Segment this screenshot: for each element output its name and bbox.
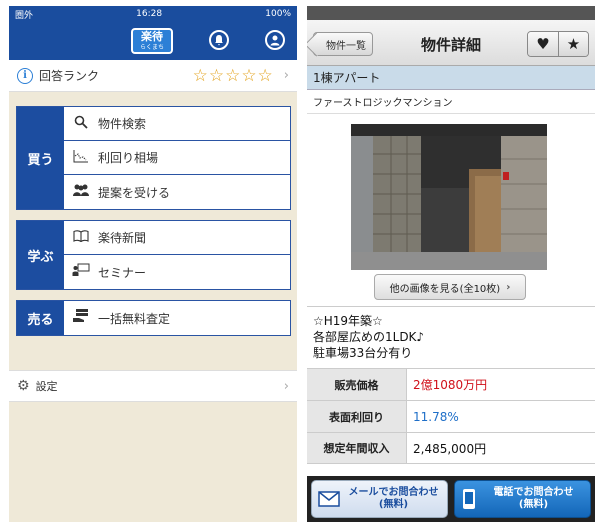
- spec-value-price: 2億1080万円: [413, 378, 488, 392]
- phone-icon: [461, 488, 477, 510]
- nav-bar: 物件一覧 物件詳細 ♥ ★: [307, 20, 595, 66]
- money-hand-icon: [72, 308, 90, 328]
- spec-label: 表面利回り: [307, 401, 407, 432]
- menu-item-property-search[interactable]: 物件検索: [64, 107, 290, 141]
- menu-item-label: 物件検索: [98, 117, 147, 131]
- menu-item-yield-market[interactable]: 利回り相場: [64, 141, 290, 175]
- phone-inquiry-button[interactable]: 電話でお問合わせ (無料): [454, 480, 591, 518]
- logo-subtext: らくまち: [139, 44, 164, 51]
- property-name: ファーストロジックマンション: [307, 90, 595, 114]
- spec-value-income: 2,485,000円: [413, 441, 487, 456]
- mail-inquiry-sublabel: (無料): [378, 499, 409, 510]
- mail-inquiry-label: メールでお問合わせ: [348, 487, 439, 498]
- nav-actions: ♥ ★: [527, 31, 589, 57]
- notification-bell-icon[interactable]: [209, 30, 229, 50]
- line-chart-icon: [72, 149, 90, 167]
- contact-bar: メールでお問合わせ (無料) 電話でお問合わせ (無料): [307, 476, 595, 522]
- mail-inquiry-button[interactable]: メールでお問合わせ (無料): [311, 480, 448, 518]
- description-line: 各部屋広めの1LDK♪: [313, 330, 425, 344]
- phone-inquiry-label: 電話でお問合わせ: [493, 487, 574, 498]
- spec-row-price: 販売価格 2億1080万円: [307, 368, 595, 400]
- people-icon: [72, 183, 90, 201]
- menu-item-label: 楽待新聞: [98, 231, 147, 245]
- menu-item-label: セミナー: [98, 265, 147, 280]
- menu-item-seminar[interactable]: セミナー: [64, 255, 290, 289]
- menu-item-label: 一括無料査定: [98, 311, 171, 326]
- battery-label: 100%: [265, 9, 291, 19]
- status-bar: [307, 6, 595, 20]
- menu-group-buy: 買う 物件検索 利回り相場 提案を受ける: [16, 106, 291, 210]
- spec-row-yield: 表面利回り 11.78%: [307, 400, 595, 432]
- description-line: 駐車場33台分有り: [313, 346, 413, 360]
- chevron-right-icon: ›: [283, 378, 289, 394]
- menu-group-learn: 学ぶ 楽待新聞 セミナー: [16, 220, 291, 290]
- property-detail-screen: 物件一覧 物件詳細 ♥ ★ 1棟アパート ファーストロジックマンション 他の画像…: [307, 6, 595, 522]
- info-icon: i: [17, 67, 33, 84]
- description-line: ☆H19年築☆: [313, 314, 383, 328]
- more-images-label: 他の画像を見る(全10枚): [389, 283, 501, 295]
- status-bar: 圏外 16:28 100%: [9, 6, 297, 22]
- spec-label: 想定年間収入: [307, 433, 407, 463]
- property-description: ☆H19年築☆ 各部屋広めの1LDK♪ 駐車場33台分有り: [307, 306, 595, 367]
- open-book-icon: [72, 229, 90, 246]
- menu-item-rakumachi-news[interactable]: 楽待新聞: [64, 221, 290, 255]
- menu-item-label: 提案を受ける: [98, 185, 171, 200]
- app-header: 楽待 らくまち: [9, 22, 297, 60]
- more-images-button[interactable]: 他の画像を見る(全10枚) ›: [374, 274, 526, 300]
- menu-item-label: 利回り相場: [98, 151, 159, 165]
- back-button[interactable]: 物件一覧: [313, 32, 373, 56]
- rank-label: 回答ランク: [39, 69, 100, 83]
- phone-inquiry-sublabel: (無料): [518, 499, 549, 510]
- menu-category-buy: 買う: [17, 107, 64, 209]
- settings-row[interactable]: ⚙ 設定 ›: [9, 370, 297, 402]
- home-screen: 圏外 16:28 100% 楽待 らくまち i 回答ランク ☆☆☆☆☆ › 買う…: [9, 6, 297, 522]
- gear-icon: ⚙: [17, 378, 30, 394]
- app-logo: 楽待 らくまち: [131, 28, 173, 54]
- spec-label: 販売価格: [307, 369, 407, 400]
- clock: 16:28: [136, 9, 163, 19]
- menu-item-free-assessment[interactable]: 一括無料査定: [64, 301, 290, 335]
- menu-group-sell: 売る 一括無料査定: [16, 300, 291, 336]
- property-type: 1棟アパート: [307, 66, 595, 90]
- menu-category-learn: 学ぶ: [17, 221, 64, 289]
- magnifier-icon: [72, 115, 90, 133]
- logo-text: 楽待: [141, 30, 163, 43]
- answer-rank-row[interactable]: i 回答ランク ☆☆☆☆☆ ›: [9, 60, 297, 92]
- chevron-right-icon: ›: [506, 281, 511, 293]
- bookmark-star-icon[interactable]: ★: [558, 32, 588, 56]
- settings-label: 設定: [35, 380, 58, 393]
- back-button-label: 物件一覧: [326, 40, 366, 52]
- user-profile-icon[interactable]: [265, 30, 285, 50]
- seminar-icon: [72, 263, 90, 281]
- spec-value-yield: 11.78%: [413, 409, 459, 424]
- rank-stars: ☆☆☆☆☆: [192, 65, 274, 86]
- menu-category-sell: 売る: [17, 301, 64, 335]
- carrier-label: 圏外: [15, 10, 34, 21]
- menu-item-receive-proposals[interactable]: 提案を受ける: [64, 175, 290, 209]
- property-photo[interactable]: [351, 124, 547, 270]
- envelope-icon: [318, 491, 340, 507]
- spec-row-annual-income: 想定年間収入 2,485,000円: [307, 432, 595, 464]
- favorite-heart-icon[interactable]: ♥: [528, 32, 558, 56]
- chevron-right-icon: ›: [283, 68, 289, 83]
